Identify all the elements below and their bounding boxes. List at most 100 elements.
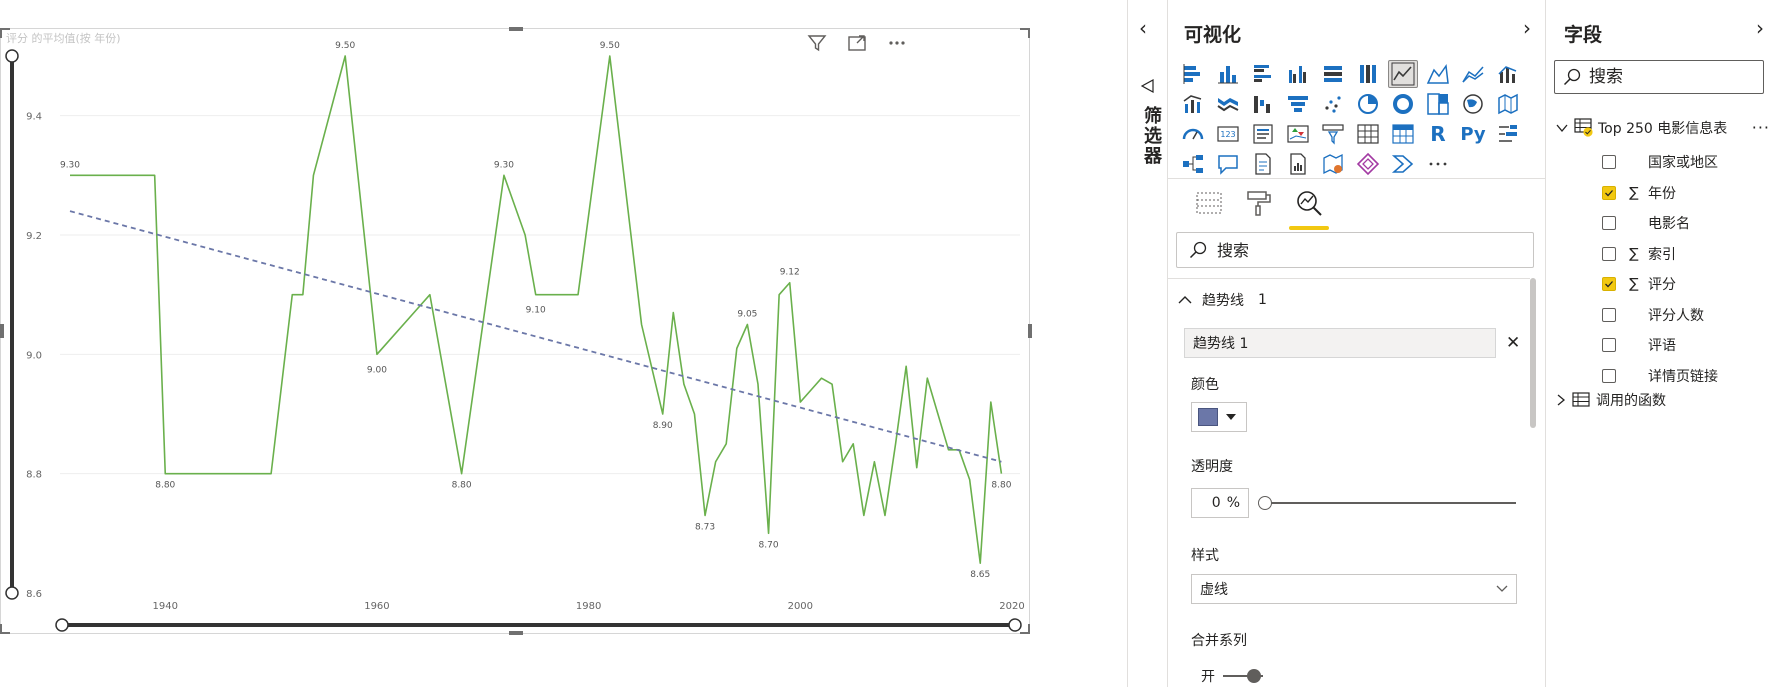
- field-item[interactable]: ∑ 评分: [1602, 274, 1676, 294]
- trendline-section-header[interactable]: 趋势线 1: [1178, 290, 1267, 310]
- field-item[interactable]: ∑国家或地区: [1602, 152, 1718, 172]
- chevron-left-icon[interactable]: ‹: [1139, 16, 1147, 40]
- field-checkbox[interactable]: [1602, 185, 1616, 200]
- more-options-icon[interactable]: ···: [1752, 118, 1770, 137]
- combine-series-toggle[interactable]: [1223, 668, 1263, 684]
- field-item[interactable]: ∑评分人数: [1602, 305, 1704, 325]
- more-visuals-icon[interactable]: [1423, 150, 1453, 178]
- donut-icon[interactable]: [1388, 90, 1418, 118]
- r-visual-icon[interactable]: R: [1423, 120, 1453, 148]
- filter-pane-label[interactable]: 筛选器: [1138, 106, 1164, 166]
- field-item[interactable]: ∑ 索引: [1602, 244, 1676, 264]
- x-tick-label: 1960: [364, 601, 389, 612]
- table-movie-info[interactable]: Top 250 电影信息表: [1556, 118, 1727, 138]
- key-influencers-icon[interactable]: [1493, 120, 1523, 148]
- slicer-icon[interactable]: [1318, 120, 1348, 148]
- field-item[interactable]: ∑评语: [1602, 335, 1676, 355]
- pane-scrollbar[interactable]: [1530, 278, 1536, 428]
- line-clustered-column-icon[interactable]: [1493, 60, 1523, 88]
- toggle-state-label: 开: [1201, 669, 1215, 685]
- field-checkbox[interactable]: [1602, 368, 1616, 383]
- scatter-icon[interactable]: [1318, 90, 1348, 118]
- waterfall-icon[interactable]: [1248, 90, 1278, 118]
- caret-down-icon: [1226, 414, 1236, 420]
- data-label: 9.12: [780, 268, 800, 278]
- chevron-up-icon: [1178, 296, 1192, 304]
- qa-icon[interactable]: [1213, 150, 1243, 178]
- ribbon-chart-icon[interactable]: [1213, 90, 1243, 118]
- 100-stacked-column-icon[interactable]: [1353, 60, 1383, 88]
- fields-search[interactable]: [1554, 60, 1764, 94]
- field-checkbox[interactable]: [1602, 246, 1616, 261]
- table-icon: [1574, 118, 1593, 138]
- gauge-icon[interactable]: [1178, 120, 1208, 148]
- analytics-tab[interactable]: [1289, 186, 1329, 230]
- table-icon[interactable]: [1353, 120, 1383, 148]
- style-dropdown[interactable]: 虚线: [1191, 574, 1517, 604]
- clustered-column-icon[interactable]: [1283, 60, 1313, 88]
- format-tab[interactable]: [1243, 186, 1275, 220]
- chevron-right-icon[interactable]: ›: [1756, 16, 1764, 40]
- filled-map-icon[interactable]: [1493, 90, 1523, 118]
- field-checkbox[interactable]: [1602, 277, 1616, 291]
- matrix-icon[interactable]: [1388, 120, 1418, 148]
- opacity-slider-track[interactable]: [1263, 502, 1516, 504]
- treemap-icon[interactable]: [1423, 90, 1453, 118]
- y-zoom-handle-bottom[interactable]: [5, 586, 19, 600]
- area-chart-icon[interactable]: [1423, 60, 1453, 88]
- opacity-input[interactable]: 0 %: [1191, 488, 1249, 518]
- python-visual-icon[interactable]: Py: [1458, 120, 1488, 148]
- resize-handle-top[interactable]: [509, 27, 523, 31]
- resize-handle-bottom[interactable]: [509, 631, 523, 635]
- field-checkbox[interactable]: [1602, 155, 1616, 169]
- field-checkbox[interactable]: [1602, 307, 1616, 322]
- map-icon[interactable]: [1458, 90, 1488, 118]
- paginated-report-icon[interactable]: [1283, 150, 1313, 178]
- line-stacked-column-icon[interactable]: [1178, 90, 1208, 118]
- resize-handle-bottom-right[interactable]: [1020, 624, 1030, 634]
- kpi-icon[interactable]: [1283, 120, 1313, 148]
- stacked-area-icon[interactable]: [1458, 60, 1488, 88]
- pie-icon[interactable]: [1353, 90, 1383, 118]
- resize-handle-right[interactable]: [1028, 324, 1032, 338]
- 100-stacked-bar-icon[interactable]: [1318, 60, 1348, 88]
- y-zoom-handle-top[interactable]: [5, 49, 19, 63]
- opacity-slider-thumb[interactable]: [1258, 496, 1272, 510]
- fields-pane: 字段 › Top 250 电影信息表 ··· ∑国家或地区∑年份∑电影名∑索引∑…: [1546, 0, 1774, 687]
- close-icon[interactable]: ✕: [1506, 333, 1520, 353]
- line-chart-icon[interactable]: [1388, 60, 1418, 88]
- card-icon[interactable]: 123: [1213, 120, 1243, 148]
- smart-narrative-icon[interactable]: [1248, 150, 1278, 178]
- x-zoom-handle-left[interactable]: [55, 618, 69, 632]
- trendline-item-name[interactable]: 趋势线 1: [1184, 328, 1496, 358]
- fields-well-tab[interactable]: [1193, 186, 1225, 220]
- power-automate-icon[interactable]: [1388, 150, 1418, 178]
- field-checkbox[interactable]: [1602, 338, 1616, 352]
- resize-handle-bottom-left[interactable]: [0, 624, 10, 634]
- stacked-bar-icon[interactable]: [1178, 60, 1208, 88]
- analytics-search-input[interactable]: [1217, 240, 1497, 260]
- funnel-icon[interactable]: [1283, 90, 1313, 118]
- resize-handle-left[interactable]: [0, 324, 4, 338]
- power-apps-icon[interactable]: [1353, 150, 1383, 178]
- filter-pane-collapsed[interactable]: ‹ 筛选器: [1128, 0, 1168, 687]
- field-checkbox[interactable]: [1602, 216, 1616, 230]
- stacked-column-icon[interactable]: [1213, 60, 1243, 88]
- fields-search-input[interactable]: [1589, 67, 1749, 87]
- arcgis-icon[interactable]: [1318, 150, 1348, 178]
- resize-handle-top-left[interactable]: [0, 28, 10, 38]
- table-called-functions[interactable]: 调用的函数: [1556, 390, 1666, 410]
- chevron-right-icon[interactable]: ›: [1523, 16, 1531, 40]
- field-item[interactable]: ∑ 年份: [1602, 183, 1676, 203]
- data-label: 8.80: [452, 481, 472, 491]
- color-picker[interactable]: [1191, 402, 1247, 432]
- field-item[interactable]: ∑详情页链接: [1602, 366, 1718, 386]
- x-tick-label: 1940: [153, 601, 178, 612]
- clustered-bar-icon[interactable]: [1248, 60, 1278, 88]
- resize-handle-top-right[interactable]: [1020, 28, 1030, 38]
- analytics-search[interactable]: [1176, 232, 1534, 268]
- multi-row-card-icon[interactable]: [1248, 120, 1278, 148]
- decomposition-tree-icon[interactable]: [1178, 150, 1208, 178]
- y-tick-label: 9.2: [26, 231, 42, 242]
- field-item[interactable]: ∑电影名: [1602, 213, 1690, 233]
